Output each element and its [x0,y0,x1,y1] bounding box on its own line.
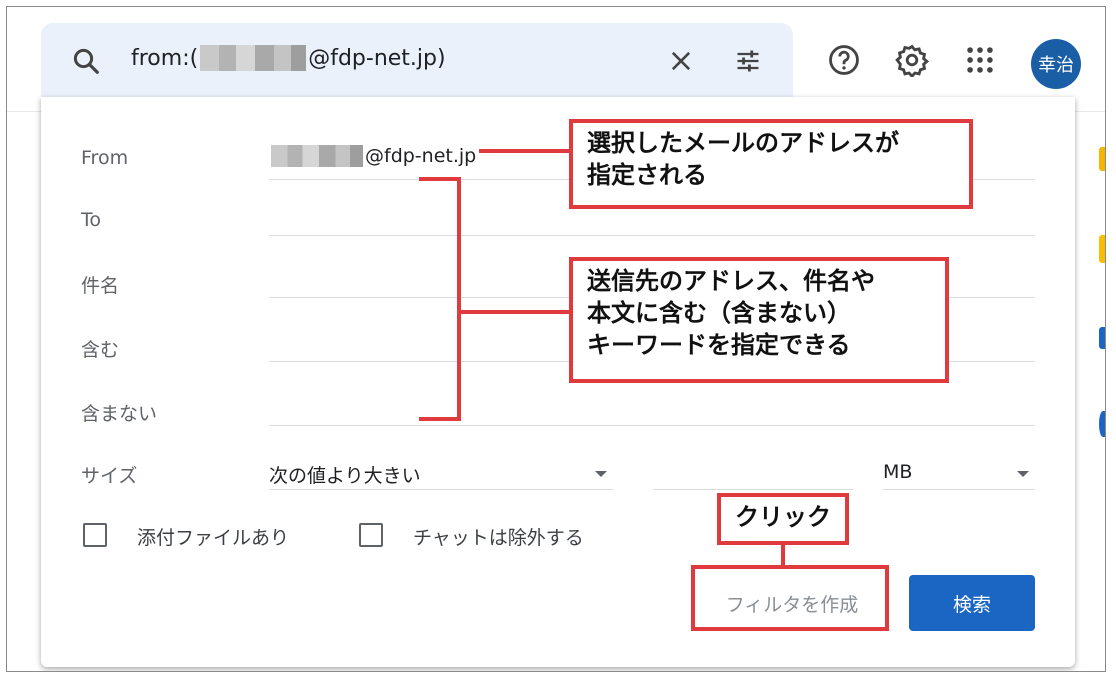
apps-icon[interactable] [963,43,997,77]
size-value-field[interactable] [653,489,853,490]
right-edge-peek [1099,327,1105,349]
from-value-suffix: @fdp-net.jp [365,145,477,167]
right-edge-peek [1099,411,1105,437]
close-icon[interactable] [667,47,695,75]
doesnt-have-label: 含まない [81,403,158,425]
bracket-bottom [419,417,461,421]
create-filter-highlight [691,565,889,631]
callout1-line1: 選択したメールのアドレスが [587,129,899,157]
callout-click: クリック [717,493,849,545]
size-operator-value: 次の値より大きい [269,465,421,487]
callout2-connector [457,310,573,314]
avatar[interactable]: 幸治 [1031,39,1081,89]
doesnt-have-field[interactable] [269,425,1035,426]
size-unit-underline [883,489,1035,490]
bracket-top [419,177,461,181]
callout2-line1: 送信先のアドレス、件名や [587,267,875,295]
screenshot-frame: from:( @fdp-net.jp) 幸治 From @fdp-net.jp … [6,6,1106,672]
chevron-down-icon [1017,471,1029,477]
callout1-line2: 指定される [587,161,707,189]
redacted-address-blur [271,145,363,167]
help-icon[interactable] [827,43,861,77]
search-query-prefix: from:( [131,45,199,71]
search-query[interactable]: from:( @fdp-net.jp) [131,45,446,71]
callout-criteria-fields: 送信先のアドレス、件名や 本文に含む（含まない） キーワードを指定できる [569,257,949,383]
chevron-down-icon [595,471,607,477]
callout2-line2: 本文に含む（含まない） [587,299,851,327]
from-field[interactable]: @fdp-net.jp [269,145,476,167]
has-attachment-checkbox[interactable] [83,523,107,547]
size-unit-value: MB [883,461,913,483]
exclude-chats-checkbox[interactable] [359,523,383,547]
has-attachment-label: 添付ファイルあり [137,527,290,549]
search-button[interactable]: 検索 [909,575,1035,631]
search-icon[interactable] [71,46,101,76]
size-operator-underline [269,489,613,490]
callout-selected-address: 選択したメールのアドレスが 指定される [569,119,973,209]
settings-icon[interactable] [895,43,929,77]
has-words-label: 含む [81,339,120,361]
right-edge-peek [1099,147,1105,171]
subject-label: 件名 [81,275,120,297]
right-edge-peek [1099,235,1105,263]
bracket-spine [457,177,461,421]
search-bar[interactable]: from:( @fdp-net.jp) [41,23,793,97]
size-label: サイズ [81,465,138,487]
redacted-address-blur [200,45,307,71]
search-query-suffix: @fdp-net.jp) [308,45,446,71]
from-label: From [81,147,129,169]
callout3-connector [781,543,785,567]
callout2-line3: キーワードを指定できる [587,331,851,359]
to-field[interactable] [269,235,1035,236]
to-label: To [81,209,102,231]
tune-icon[interactable] [733,47,763,75]
callout1-connector [479,149,571,153]
callout3-text: クリック [735,503,831,531]
exclude-chats-label: チャットは除外する [413,527,584,549]
